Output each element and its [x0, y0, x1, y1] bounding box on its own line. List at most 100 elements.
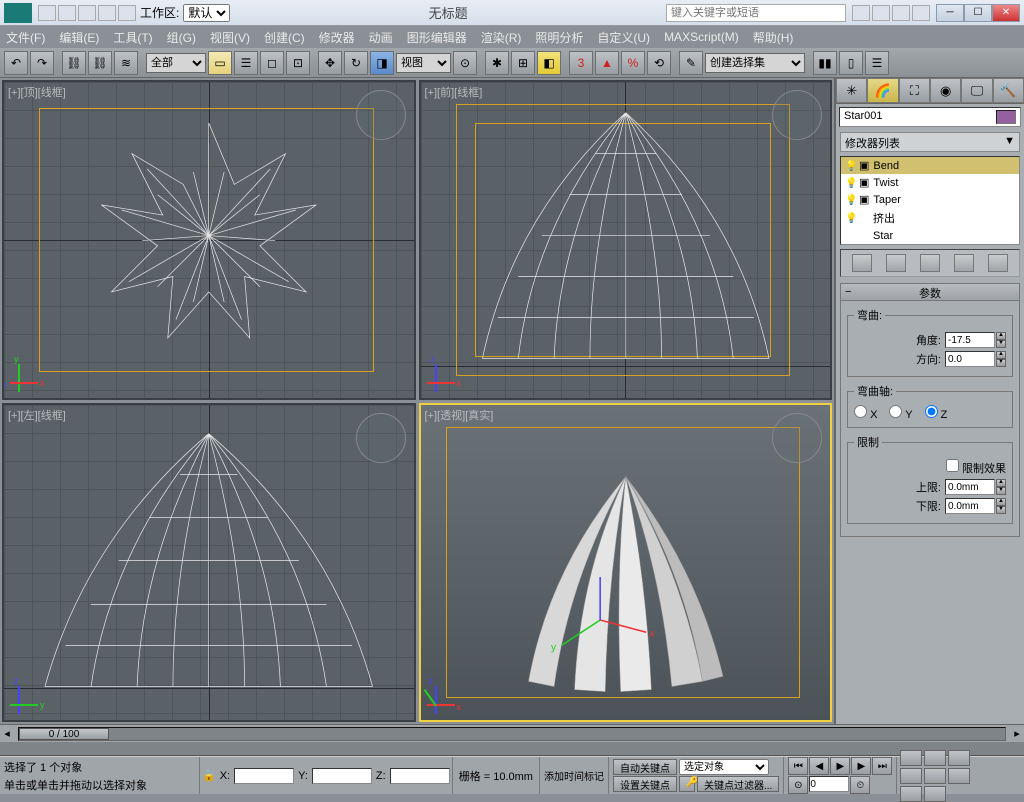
params-rollup-header[interactable]: −参数 [840, 283, 1020, 301]
move-btn[interactable]: ✥ [318, 51, 342, 75]
rotate-btn[interactable]: ↻ [344, 51, 368, 75]
menu-maxscript[interactable]: MAXScript(M) [664, 30, 739, 44]
setkey-button[interactable]: 设置关键点 [613, 776, 677, 792]
display-tab[interactable]: 🖵 [961, 78, 992, 103]
keymode-select[interactable]: 选定对象 [679, 759, 769, 775]
min-button[interactable]: ─ [936, 4, 964, 22]
fov-btn[interactable] [924, 768, 946, 784]
orbit-btn[interactable] [900, 786, 922, 802]
pan-btn[interactable] [948, 768, 970, 784]
keyfilter-button[interactable]: 关键点过滤器... [697, 776, 779, 792]
viewcube-icon[interactable] [772, 90, 822, 140]
up-icon[interactable]: ▲ [996, 351, 1006, 359]
key-icon[interactable]: 🔑 [679, 776, 695, 792]
sel-filter-select[interactable]: 全部 [146, 53, 206, 73]
mod-item-star[interactable]: Star [841, 228, 1019, 244]
angsnap-btn[interactable]: ▲ [595, 51, 619, 75]
select-rect-btn[interactable]: ◻ [260, 51, 284, 75]
menu-anim[interactable]: 动画 [369, 29, 393, 46]
key-icon[interactable] [872, 5, 890, 21]
menu-grapheditor[interactable]: 图形编辑器 [407, 29, 467, 46]
workspace-select[interactable]: 默认 [183, 4, 230, 22]
time-config-btn[interactable]: ⏲ [850, 776, 870, 794]
window-crossing-btn[interactable]: ⊡ [286, 51, 310, 75]
keymode-btn[interactable]: ⊙ [788, 776, 808, 794]
down-icon[interactable]: ▼ [996, 487, 1006, 495]
modifier-stack[interactable]: 💡▣Bend 💡▣Twist 💡▣Taper 💡挤出 Star [840, 156, 1020, 245]
lower-input[interactable] [945, 498, 995, 514]
unique-btn[interactable] [920, 254, 940, 272]
frame-input[interactable] [809, 776, 849, 792]
refcoord-select[interactable]: 视图 [396, 53, 451, 73]
vp-label-front[interactable]: [+][前][线框] [425, 84, 483, 100]
vp-label-top[interactable]: [+][顶][线框] [8, 84, 66, 100]
editselset-btn[interactable]: ✎ [679, 51, 703, 75]
object-name-field[interactable]: Star001 [839, 107, 1021, 127]
utilities-tab[interactable]: 🔨 [993, 78, 1024, 103]
create-tab[interactable]: ✳ [836, 78, 867, 103]
help-icon[interactable] [912, 5, 930, 21]
star-icon[interactable] [892, 5, 910, 21]
menu-lighting[interactable]: 照明分析 [535, 29, 583, 46]
prev-frame-btn[interactable]: ◀ [809, 757, 829, 775]
pivot-btn[interactable]: ⊙ [453, 51, 477, 75]
zoom-ext-btn[interactable] [948, 750, 970, 766]
undo-btn[interactable]: ↶ [4, 51, 28, 75]
snap-btn[interactable]: ◧ [537, 51, 561, 75]
menu-help[interactable]: 帮助(H) [753, 29, 794, 46]
menu-group[interactable]: 组(G) [167, 29, 196, 46]
time-slider[interactable]: ◂ 0 / 100 ▸ [0, 724, 1024, 742]
hierarchy-tab[interactable]: ⛶ [899, 78, 930, 103]
direction-input[interactable] [945, 351, 995, 367]
viewport-top[interactable]: [+][顶][线框] z x y [2, 80, 416, 400]
axis-x-radio[interactable]: X [854, 405, 877, 421]
viewcube-icon[interactable] [356, 90, 406, 140]
mod-item-bend[interactable]: 💡▣Bend [841, 157, 1019, 174]
motion-tab[interactable]: ◉ [930, 78, 961, 103]
help-search-input[interactable] [666, 4, 846, 22]
mod-item-twist[interactable]: 💡▣Twist [841, 174, 1019, 191]
vp-label-left[interactable]: [+][左][线框] [8, 407, 66, 423]
upper-input[interactable] [945, 479, 995, 495]
z-input[interactable] [390, 768, 450, 784]
menu-custom[interactable]: 自定义(U) [597, 29, 650, 46]
up-icon[interactable]: ▲ [996, 479, 1006, 487]
y-input[interactable] [312, 768, 372, 784]
max-button[interactable]: ☐ [964, 4, 992, 22]
time-ruler[interactable] [0, 742, 1024, 756]
open-icon[interactable] [58, 5, 76, 21]
angle-input[interactable] [945, 332, 995, 348]
menu-render[interactable]: 渲染(R) [481, 29, 522, 46]
selset-select[interactable]: 创建选择集 [705, 53, 805, 73]
vp-label-persp[interactable]: [+][透视][真实] [425, 407, 494, 423]
new-icon[interactable] [38, 5, 56, 21]
keysnap-btn[interactable]: ⊞ [511, 51, 535, 75]
layers-btn[interactable]: ☰ [865, 51, 889, 75]
axis-y-radio[interactable]: Y [889, 405, 912, 421]
x-input[interactable] [234, 768, 294, 784]
link-btn[interactable]: ⛓ [62, 51, 86, 75]
zoom-all-btn[interactable] [924, 750, 946, 766]
save-icon[interactable] [78, 5, 96, 21]
modify-tab[interactable]: 🌈 [867, 78, 898, 103]
add-time-tag[interactable]: 添加时间标记 [544, 768, 604, 783]
pctsnap-btn[interactable]: % [621, 51, 645, 75]
undo-icon[interactable] [98, 5, 116, 21]
play-btn[interactable]: ▶ [830, 757, 850, 775]
mirror-btn[interactable]: ▮▮ [813, 51, 837, 75]
unlink-btn[interactable]: ⛓ [88, 51, 112, 75]
manip-btn[interactable]: ✱ [485, 51, 509, 75]
down-icon[interactable]: ▼ [996, 340, 1006, 348]
down-icon[interactable]: ▼ [996, 506, 1006, 514]
next-frame-btn[interactable]: ▶ [851, 757, 871, 775]
goto-end-btn[interactable]: ⏭ [872, 757, 892, 775]
menu-edit[interactable]: 编辑(E) [59, 29, 99, 46]
menu-create[interactable]: 创建(C) [264, 29, 305, 46]
remove-btn[interactable] [954, 254, 974, 272]
time-track[interactable]: 0 / 100 [18, 727, 1006, 741]
align-btn[interactable]: ▯ [839, 51, 863, 75]
viewcube-icon[interactable] [356, 413, 406, 463]
zoom-ext-all-btn[interactable] [900, 768, 922, 784]
menu-tools[interactable]: 工具(T) [113, 29, 152, 46]
down-icon[interactable]: ▼ [996, 359, 1006, 367]
